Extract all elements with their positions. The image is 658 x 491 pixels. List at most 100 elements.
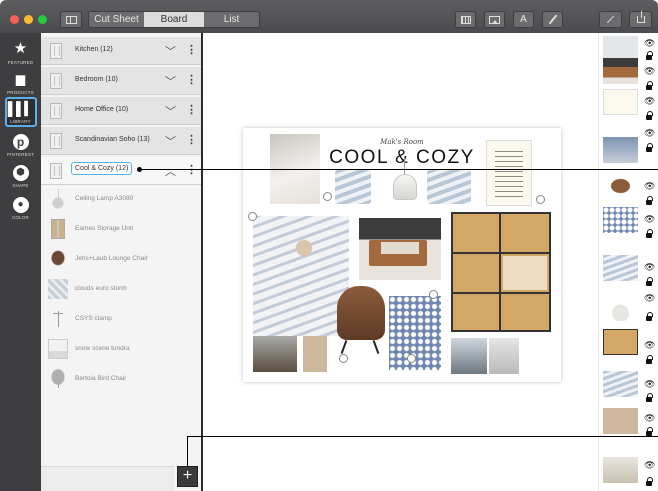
- storage-unit-image[interactable]: [451, 212, 551, 332]
- lock-icon[interactable]: [646, 277, 653, 286]
- strip-item-thumbnail[interactable]: [603, 89, 638, 115]
- strip-item-thumbnail[interactable]: [603, 408, 638, 434]
- category-row-expanded[interactable]: Cool & Cozy (12) ︿ ⋮: [41, 157, 202, 185]
- rail-shape[interactable]: ⬢ Shape: [0, 165, 41, 188]
- library-item[interactable]: Ceiling Lamp A3080: [41, 186, 202, 212]
- pendant-lamp-image[interactable]: [390, 156, 420, 202]
- strip-item-thumbnail[interactable]: [603, 207, 638, 233]
- lock-icon[interactable]: [646, 355, 653, 364]
- rail-library[interactable]: ▌▌▍ Library: [0, 97, 41, 127]
- sidebar-icon: [65, 15, 77, 24]
- more-icon[interactable]: ⋮: [186, 43, 197, 56]
- lock-icon[interactable]: [646, 393, 653, 402]
- more-icon[interactable]: ⋮: [186, 133, 197, 146]
- lock-icon[interactable]: [646, 477, 653, 486]
- mood-board[interactable]: Mak's Room COOL & COZY: [243, 128, 561, 382]
- library-item[interactable]: Eames Storage Unit: [41, 216, 202, 242]
- clamp-lamp-thumbnail: [48, 309, 68, 329]
- eye-icon[interactable]: 👁: [644, 38, 655, 49]
- cloud-pillow-image[interactable]: [427, 170, 471, 204]
- strip-item-thumbnail[interactable]: [603, 371, 638, 397]
- library-item[interactable]: Bertoia Bird Chair: [41, 366, 202, 392]
- rail-featured[interactable]: ★ Featured: [0, 40, 41, 65]
- tab-cut-sheet[interactable]: Cut Sheet: [88, 11, 144, 28]
- expand-icon: [606, 15, 615, 24]
- strip-item-thumbnail[interactable]: [603, 173, 638, 199]
- strip-item-thumbnail[interactable]: [603, 255, 638, 281]
- strip-item-thumbnail[interactable]: [603, 457, 638, 483]
- grid-view-button[interactable]: [455, 11, 476, 28]
- rail-pinterest[interactable]: p Pinterest: [0, 134, 41, 157]
- category-row[interactable]: Scandinavian Soho (13) ﹀ ⋮: [41, 127, 202, 155]
- lock-icon[interactable]: [646, 196, 653, 205]
- category-row[interactable]: Kitchen (12) ﹀ ⋮: [41, 37, 202, 65]
- close-window-button[interactable]: [10, 15, 19, 24]
- app-window: Cut Sheet Board List A ★ Featured ▆ Prod…: [0, 0, 658, 491]
- chevron-down-icon[interactable]: ﹀: [165, 103, 176, 119]
- category-row[interactable]: Bedroom (10) ﹀ ⋮: [41, 67, 202, 95]
- library-item[interactable]: Jehs+Laub Lounge Chair: [41, 246, 202, 272]
- eye-icon[interactable]: 👁: [644, 66, 655, 77]
- lock-icon[interactable]: [646, 143, 653, 152]
- eye-icon[interactable]: 👁: [644, 413, 655, 424]
- strip-item-thumbnail[interactable]: [603, 329, 638, 355]
- title-bar: Cut Sheet Board List A: [0, 0, 658, 33]
- category-row[interactable]: Home Office (10) ﹀ ⋮: [41, 97, 202, 125]
- eye-icon[interactable]: 👁: [644, 181, 655, 192]
- more-icon[interactable]: ⋮: [186, 103, 197, 116]
- minimize-window-button[interactable]: [24, 15, 33, 24]
- lock-icon[interactable]: [646, 111, 653, 120]
- sidebar-footer: [41, 466, 174, 491]
- chevron-up-icon[interactable]: ︿: [165, 163, 176, 179]
- bed-image[interactable]: [359, 218, 441, 280]
- fullscreen-button[interactable]: [599, 11, 622, 28]
- lounge-chair-image[interactable]: [331, 284, 391, 356]
- vase-image[interactable]: [489, 338, 519, 374]
- eye-icon[interactable]: 👁: [644, 460, 655, 471]
- bear-photo-image[interactable]: [253, 336, 297, 372]
- chevron-down-icon[interactable]: ﹀: [165, 133, 176, 149]
- text-icon: A: [520, 14, 527, 25]
- add-category-button[interactable]: +: [177, 466, 198, 487]
- eye-icon[interactable]: 👁: [644, 379, 655, 390]
- draw-button[interactable]: [542, 11, 563, 28]
- eye-icon[interactable]: 👁: [644, 293, 655, 304]
- eye-icon[interactable]: 👁: [644, 340, 655, 351]
- eye-icon[interactable]: 👁: [644, 262, 655, 273]
- lock-icon[interactable]: [646, 51, 653, 60]
- tab-board[interactable]: Board: [144, 11, 204, 28]
- bird-figure-image[interactable]: [303, 336, 327, 372]
- library-item[interactable]: CSYS clamp: [41, 306, 202, 332]
- chair-icon: ▆: [15, 72, 26, 86]
- eye-icon[interactable]: 👁: [644, 96, 655, 107]
- share-button[interactable]: [629, 11, 652, 28]
- cloud-pillow-image[interactable]: [335, 170, 371, 204]
- rail-products[interactable]: ▆ Products: [0, 70, 41, 95]
- eye-icon[interactable]: 👁: [644, 214, 655, 225]
- strip-item-thumbnail[interactable]: [603, 137, 638, 163]
- callout-line: [140, 169, 658, 170]
- bird-chair-thumbnail: [48, 369, 68, 389]
- library-item[interactable]: clouds euro storm: [41, 276, 202, 302]
- strip-item-thumbnail[interactable]: [603, 295, 638, 321]
- landscape-photo-image[interactable]: [451, 338, 487, 374]
- more-icon[interactable]: ⋮: [186, 73, 197, 86]
- lock-icon[interactable]: [646, 312, 653, 321]
- toggle-sidebar-button[interactable]: [60, 11, 82, 28]
- library-sidebar: Kitchen (12) ﹀ ⋮ Bedroom (10) ﹀ ⋮ Home O…: [41, 33, 202, 491]
- chevron-down-icon[interactable]: ﹀: [165, 73, 176, 89]
- library-item[interactable]: snow scene tundra: [41, 336, 202, 362]
- add-image-button[interactable]: [484, 11, 505, 28]
- eye-icon[interactable]: 👁: [644, 128, 655, 139]
- add-text-button[interactable]: A: [513, 11, 534, 28]
- lock-icon[interactable]: [646, 81, 653, 90]
- zoom-window-button[interactable]: [38, 15, 47, 24]
- category-name-field[interactable]: Cool & Cozy (12): [71, 162, 133, 175]
- strip-item-thumbnail[interactable]: [603, 58, 638, 84]
- poster-art-image[interactable]: [486, 140, 532, 206]
- pinterest-icon: p: [12, 134, 29, 150]
- lock-icon[interactable]: [646, 229, 653, 238]
- tab-list[interactable]: List: [204, 11, 260, 28]
- chevron-down-icon[interactable]: ﹀: [165, 43, 176, 59]
- rail-color[interactable]: ● Color: [0, 197, 41, 220]
